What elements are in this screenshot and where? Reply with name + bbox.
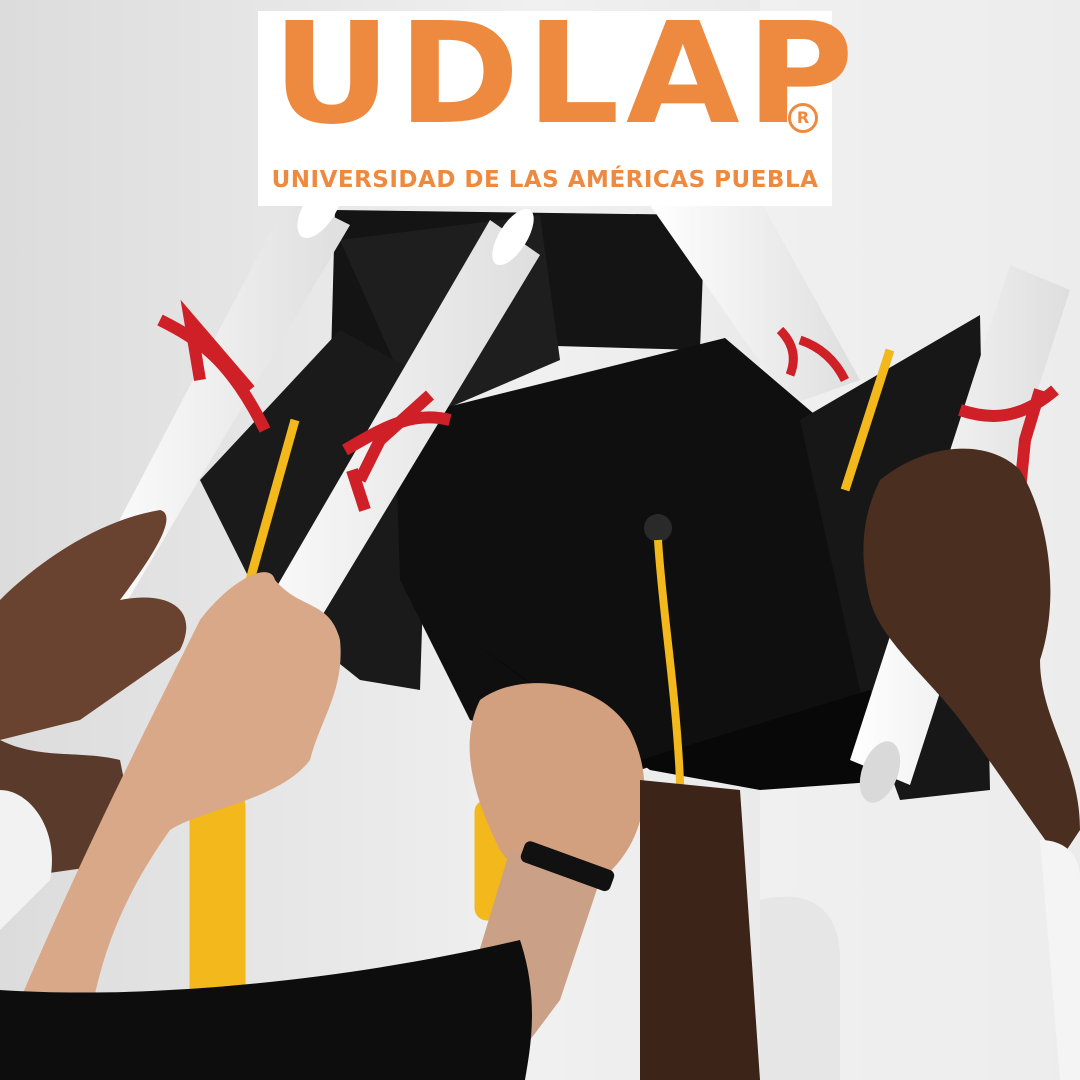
registered-trademark-icon: R <box>788 103 818 133</box>
graduation-post: UDLAP R UNIVERSIDAD DE LAS AMÉRICAS PUEB… <box>0 0 1080 1080</box>
udlap-logo: UDLAP R UNIVERSIDAD DE LAS AMÉRICAS PUEB… <box>258 5 854 206</box>
logo-subtitle: UNIVERSIDAD DE LAS AMÉRICAS PUEBLA <box>271 167 819 193</box>
logo-wordmark: UDLAP <box>272 0 861 156</box>
